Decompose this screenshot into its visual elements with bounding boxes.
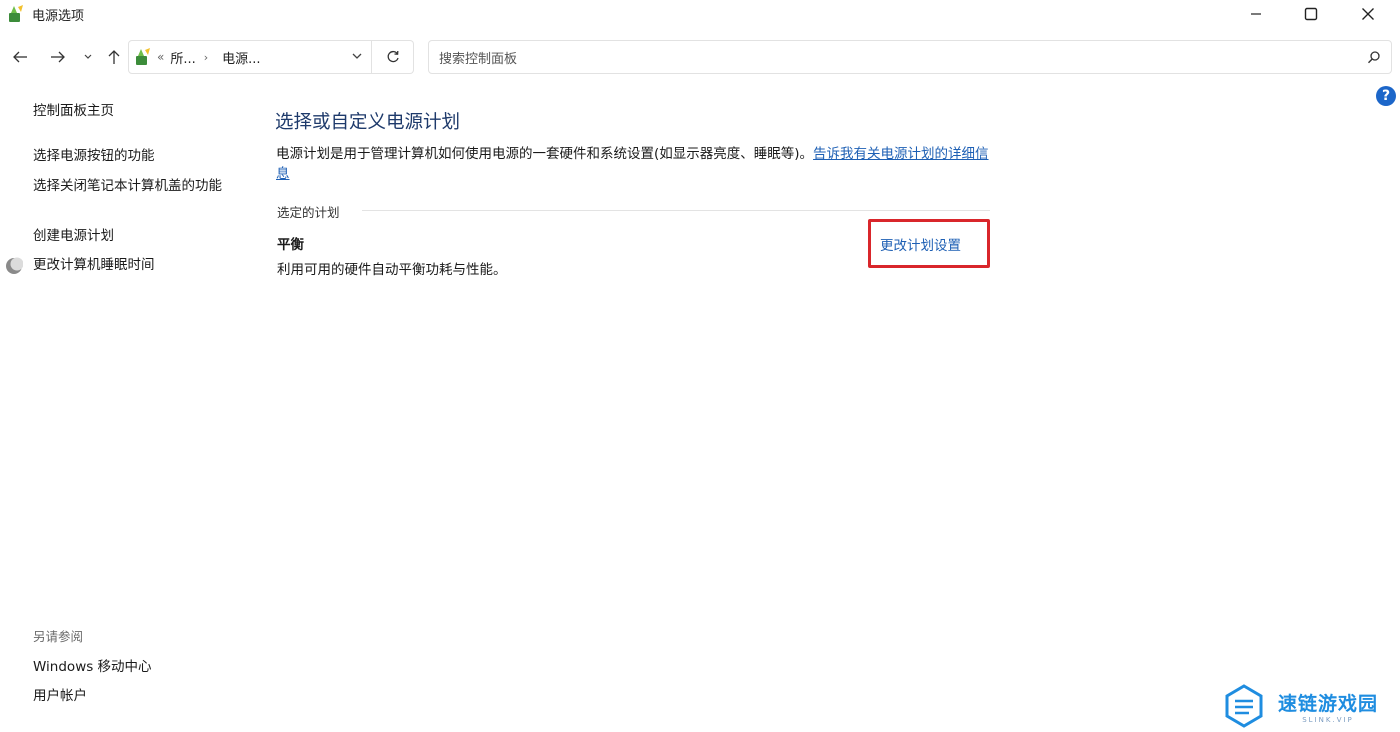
plan-description: 利用可用的硬件自动平衡功耗与性能。 <box>277 262 507 278</box>
minimize-icon <box>1251 13 1261 15</box>
address-dropdown[interactable] <box>351 50 363 66</box>
arrow-up-icon <box>108 50 120 64</box>
page-description: 电源计划是用于管理计算机如何使用电源的一套硬件和系统设置(如显示器亮度、睡眠等)… <box>276 144 996 184</box>
power-options-icon <box>9 5 23 22</box>
chevron-down-icon <box>84 54 92 59</box>
watermark: 速链游戏园 SLINK.VIP <box>1200 680 1400 732</box>
breadcrumb-overflow[interactable]: « <box>157 50 164 64</box>
breadcrumb-power-options[interactable]: 电源... <box>222 48 260 67</box>
forward-button[interactable] <box>44 40 72 74</box>
help-button[interactable]: ? <box>1376 86 1396 106</box>
moon-icon <box>6 257 23 274</box>
back-button[interactable] <box>6 40 34 74</box>
see-also-heading: 另请参阅 <box>33 629 84 644</box>
chevron-down-icon <box>352 53 362 59</box>
arrow-right-icon <box>51 51 65 63</box>
search-placeholder: 搜索控制面板 <box>439 51 518 67</box>
close-icon <box>1362 8 1374 20</box>
arrow-left-icon <box>13 51 27 63</box>
sidebar-item-lid-close[interactable]: 选择关闭笔记本计算机盖的功能 <box>33 176 238 196</box>
refresh-icon <box>387 50 399 63</box>
address-bar[interactable]: « 所... › 电源... <box>128 40 372 74</box>
minimize-button[interactable] <box>1233 0 1279 28</box>
breadcrumb-separator[interactable]: › <box>204 51 208 64</box>
breadcrumb-all-items[interactable]: 所... <box>170 48 195 67</box>
watermark-logo-icon <box>1225 684 1263 728</box>
see-also-user-accounts[interactable]: 用户帐户 <box>33 686 87 706</box>
see-also-mobility-center[interactable]: Windows 移动中心 <box>33 657 152 677</box>
title-bar: 电源选项 <box>0 0 1400 28</box>
close-button[interactable] <box>1345 0 1391 28</box>
window-title: 电源选项 <box>32 9 85 24</box>
page-title: 选择或自定义电源计划 <box>275 112 461 133</box>
maximize-button[interactable] <box>1288 0 1334 28</box>
sidebar-control-panel-home[interactable]: 控制面板主页 <box>33 101 114 121</box>
search-input[interactable]: 搜索控制面板 <box>428 40 1392 74</box>
plan-name: 平衡 <box>277 237 304 253</box>
up-button[interactable] <box>102 40 126 74</box>
divider <box>362 210 990 211</box>
search-icon[interactable] <box>1367 50 1381 64</box>
refresh-button[interactable] <box>372 40 414 74</box>
watermark-subtitle: SLINK.VIP <box>1302 715 1354 724</box>
sidebar-item-power-button[interactable]: 选择电源按钮的功能 <box>33 146 155 166</box>
maximize-icon <box>1304 7 1318 21</box>
sidebar-item-sleep-time[interactable]: 更改计算机睡眠时间 <box>33 255 155 275</box>
watermark-text: 速链游戏园 SLINK.VIP <box>1278 689 1378 724</box>
change-plan-settings-link[interactable]: 更改计划设置 <box>880 234 961 254</box>
recent-locations-button[interactable] <box>78 40 98 74</box>
description-text: 电源计划是用于管理计算机如何使用电源的一套硬件和系统设置(如显示器亮度、睡眠等)… <box>276 146 814 162</box>
power-options-icon <box>136 48 150 65</box>
sidebar-item-create-plan[interactable]: 创建电源计划 <box>33 226 114 246</box>
watermark-title: 速链游戏园 <box>1278 692 1379 715</box>
selected-plan-heading: 选定的计划 <box>277 205 340 220</box>
